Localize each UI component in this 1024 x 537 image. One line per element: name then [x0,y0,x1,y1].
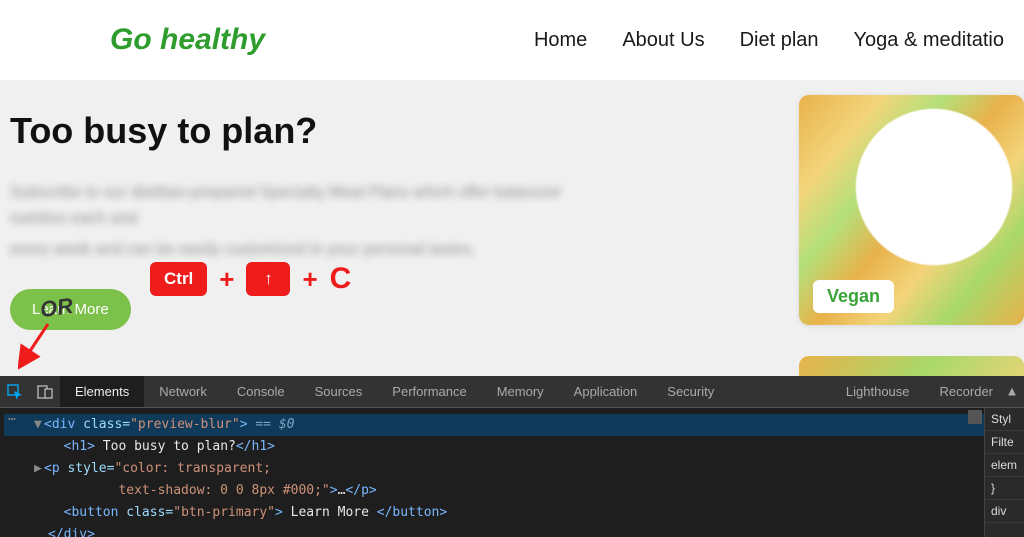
tab-network[interactable]: Network [144,376,222,407]
food-card-vegan[interactable]: Vegan [799,95,1024,325]
vegan-chip: Vegan [813,280,894,313]
tab-sources[interactable]: Sources [300,376,378,407]
devtools-tabbar: Elements Network Console Sources Perform… [0,376,1024,408]
dom-line-p-open[interactable]: ▶<p style="color: transparent; [4,458,984,480]
dom-line-p-style2[interactable]: text-shadow: 0 0 8px #000;">…</p> [4,480,984,502]
hero-blur-line-2: every week and can be easily customized … [10,237,610,263]
tab-security[interactable]: Security [652,376,729,407]
keycap-c: C [330,262,352,296]
styles-filter[interactable]: Filte [985,431,1024,454]
annotation-arrow [18,320,58,370]
dom-line-div-close[interactable]: </div> [4,524,984,537]
dom-overflow-indicator: ⋯ [8,412,18,427]
dom-line-button[interactable]: <button class="btn-primary"> Learn More … [4,502,984,524]
plus-sign-1: + [219,264,234,295]
dom-tree-pane[interactable]: ⋯ ▼<div class="preview-blur"> == $0 <h1>… [0,408,984,537]
styles-pane[interactable]: Styl Filte elem } div [984,408,1024,537]
dom-line-div-open[interactable]: ▼<div class="preview-blur"> == $0 [4,414,984,436]
hero-blur-line-1: Subscribe to our dietitian-prepared Spec… [10,180,610,231]
inspect-element-icon[interactable] [0,376,30,407]
styles-rule: elem [985,454,1024,477]
plus-sign-2: + [302,264,317,295]
keycap-ctrl: Ctrl [150,262,207,296]
primary-nav: Home About Us Diet plan Yoga & meditatio [534,29,1004,52]
styles-tab[interactable]: Styl [985,408,1024,431]
nav-link-yoga[interactable]: Yoga & meditatio [854,29,1004,52]
site-header: Go healthy Home About Us Diet plan Yoga … [0,0,1024,80]
or-label: OR [38,293,74,323]
tab-console[interactable]: Console [222,376,300,407]
tab-memory[interactable]: Memory [482,376,559,407]
styles-breadcrumb[interactable]: div [985,500,1024,523]
shortcut-annotation: Ctrl + ↑ + C [150,262,351,296]
nav-link-diet[interactable]: Diet plan [740,29,819,52]
styles-brace: } [985,477,1024,500]
devtools-panel: Elements Network Console Sources Perform… [0,376,1024,537]
tab-performance[interactable]: Performance [377,376,481,407]
tab-recorder[interactable]: Recorder [925,376,1008,407]
tab-lighthouse[interactable]: Lighthouse [831,376,925,407]
experiments-icon[interactable]: ▲ [1008,376,1024,407]
nav-link-home[interactable]: Home [534,29,587,52]
nav-link-about[interactable]: About Us [622,29,704,52]
dom-line-h1[interactable]: <h1> Too busy to plan?</h1> [4,436,984,458]
device-toolbar-icon[interactable] [30,376,60,407]
keycap-shift: ↑ [246,262,290,296]
hero-section: Too busy to plan? Subscribe to our dieti… [0,80,1024,376]
devtools-body: ⋯ ▼<div class="preview-blur"> == $0 <h1>… [0,408,1024,537]
tab-application[interactable]: Application [559,376,653,407]
scrollbar-up-icon[interactable] [968,410,982,424]
tab-elements[interactable]: Elements [60,376,144,407]
site-logo[interactable]: Go healthy [110,23,265,57]
